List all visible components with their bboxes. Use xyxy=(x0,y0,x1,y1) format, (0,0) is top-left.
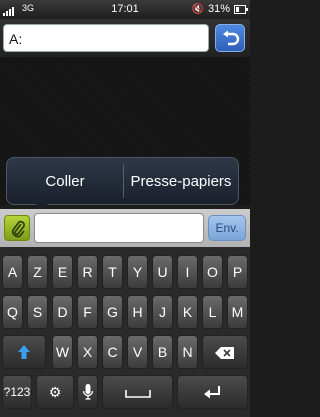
key-f[interactable]: F xyxy=(77,295,98,329)
symbols-key[interactable]: ?123 xyxy=(2,375,32,409)
message-input[interactable] xyxy=(34,213,204,243)
back-button[interactable] xyxy=(215,24,245,52)
paste-button[interactable]: Coller xyxy=(7,158,123,204)
attach-button[interactable] xyxy=(4,215,30,241)
key-a[interactable]: A xyxy=(2,255,23,289)
key-y[interactable]: Y xyxy=(127,255,148,289)
key-i[interactable]: I xyxy=(177,255,198,289)
microphone-icon xyxy=(82,384,93,400)
address-bar: A: xyxy=(0,19,250,57)
key-k[interactable]: K xyxy=(177,295,198,329)
key-o[interactable]: O xyxy=(202,255,223,289)
send-button[interactable]: Env. xyxy=(208,215,246,241)
key-d[interactable]: D xyxy=(52,295,73,329)
mute-icon: 🔇 xyxy=(191,3,204,15)
clipboard-button[interactable]: Presse-papiers xyxy=(124,158,238,204)
enter-arrow-icon xyxy=(203,386,220,399)
key-s[interactable]: S xyxy=(27,295,48,329)
paperclip-icon xyxy=(11,220,25,238)
voice-key[interactable] xyxy=(77,375,98,409)
compose-bar: Env. xyxy=(0,209,250,247)
status-bar: 3G 17:01 🔇 31% xyxy=(0,0,250,19)
key-e[interactable]: E xyxy=(52,255,73,289)
shift-key[interactable] xyxy=(2,335,46,369)
gear-icon: ⚙ xyxy=(48,384,62,400)
paste-popup: Coller Presse-papiers xyxy=(6,157,239,205)
key-w[interactable]: W xyxy=(52,335,73,369)
key-t[interactable]: T xyxy=(102,255,123,289)
key-p[interactable]: P xyxy=(227,255,248,289)
settings-key[interactable]: ⚙ xyxy=(36,375,74,409)
back-arrow-icon xyxy=(223,30,240,46)
key-b[interactable]: B xyxy=(152,335,173,369)
space-key[interactable] xyxy=(102,375,173,409)
keyboard: A Z E R T Y U I O P Q S D F G H J K L M … xyxy=(0,247,250,417)
key-c[interactable]: C xyxy=(102,335,123,369)
backspace-key[interactable] xyxy=(202,335,248,369)
key-g[interactable]: G xyxy=(102,295,123,329)
battery-icon xyxy=(234,4,248,14)
key-r[interactable]: R xyxy=(77,255,98,289)
key-n[interactable]: N xyxy=(177,335,198,369)
key-j[interactable]: J xyxy=(152,295,173,329)
key-q[interactable]: Q xyxy=(2,295,23,329)
shift-arrow-icon xyxy=(18,345,30,359)
backspace-icon xyxy=(215,347,234,359)
enter-key[interactable] xyxy=(177,375,248,409)
key-u[interactable]: U xyxy=(152,255,173,289)
key-x[interactable]: X xyxy=(77,335,98,369)
key-m[interactable]: M xyxy=(227,295,248,329)
battery-percent: 31% xyxy=(207,3,230,15)
space-bar-icon xyxy=(124,390,151,398)
key-z[interactable]: Z xyxy=(27,255,48,289)
key-l[interactable]: L xyxy=(202,295,223,329)
key-h[interactable]: H xyxy=(127,295,148,329)
key-v[interactable]: V xyxy=(127,335,148,369)
address-input[interactable]: A: xyxy=(3,24,209,52)
